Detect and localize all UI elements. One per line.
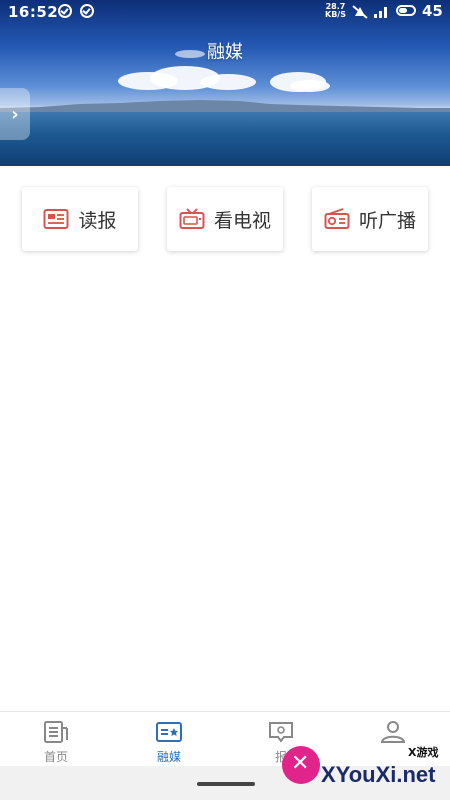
status-bar: 16:52 28.7 KB/S 45 (0, 0, 450, 24)
media-card-label: 听广播 (358, 209, 416, 232)
chevron-right-icon: › (11, 103, 19, 125)
battery-icon (396, 5, 416, 16)
tv-icon (179, 208, 205, 229)
radio-icon (324, 208, 350, 229)
page-title: 融媒 (207, 42, 243, 63)
media-card-label: 看电视 (213, 209, 271, 232)
home-indicator[interactable] (197, 782, 255, 786)
listen-radio-button[interactable]: 听广播 (312, 187, 428, 251)
watermark-tag: X游戏 (408, 746, 439, 759)
check-circle-icon (58, 4, 72, 18)
watermark-brand: XYouXi.net (321, 762, 436, 787)
read-newspaper-button[interactable]: 读报 (22, 187, 138, 251)
signal-icon (374, 7, 387, 18)
watermark-logo: XYouXi.net X游戏 (276, 740, 450, 796)
nav-label: 融媒 (156, 750, 181, 764)
nav-item-home[interactable]: 首页 (16, 720, 96, 765)
home-news-icon (44, 721, 68, 743)
nav-label: 首页 (43, 750, 68, 764)
gamepad-logo-icon (282, 746, 320, 784)
media-card-icon (156, 722, 182, 742)
cloud (290, 80, 330, 92)
status-time: 16:52 (8, 3, 59, 21)
cloud (200, 74, 256, 90)
side-drawer-toggle[interactable]: › (0, 88, 30, 140)
nav-item-media[interactable]: 融媒 (129, 720, 209, 765)
network-speed: 28.7 KB/S (325, 3, 346, 19)
mountain-silhouette (0, 100, 450, 112)
header-banner: 16:52 28.7 KB/S 45 融媒 (0, 0, 450, 166)
mute-notification-icon (352, 5, 368, 19)
check-circle-icon (80, 4, 94, 18)
media-card-label: 读报 (78, 209, 117, 232)
watch-tv-button[interactable]: 看电视 (167, 187, 283, 251)
newspaper-icon (43, 209, 69, 229)
network-speed-unit: KB/S (325, 10, 346, 19)
battery-level: 45 (422, 2, 443, 20)
media-card-row: 读报 看电视 听广播 (0, 187, 450, 251)
